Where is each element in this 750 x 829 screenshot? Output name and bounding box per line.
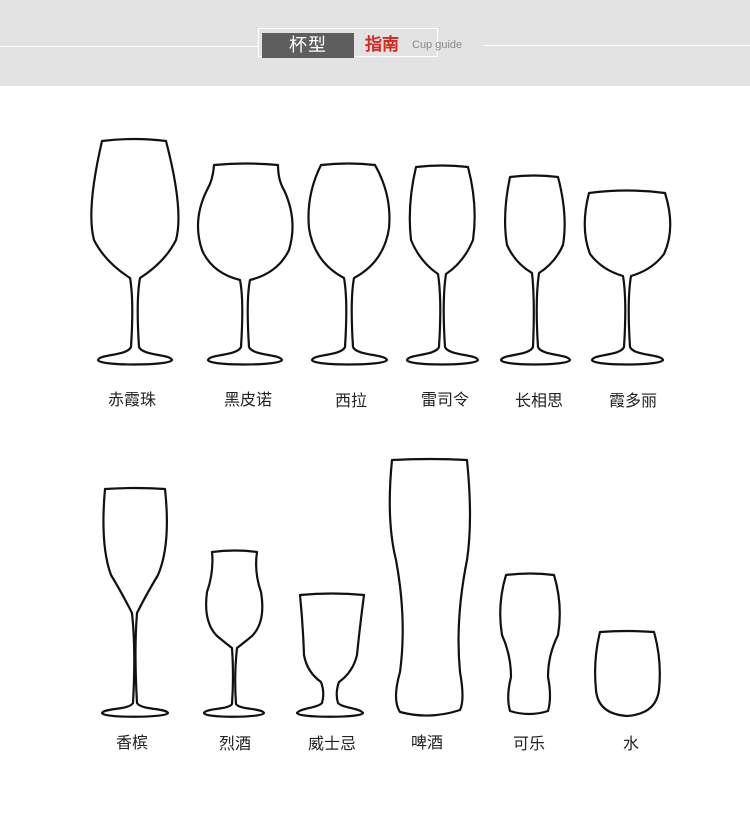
cola-glass-icon xyxy=(499,572,561,716)
glass-label-whisky: 威士忌 xyxy=(307,734,356,753)
sauvignon-glass-icon xyxy=(499,174,572,366)
glass-label-beer: 啤酒 xyxy=(410,733,443,752)
spirits-glass-icon xyxy=(202,549,266,718)
glass-label-cabernet: 赤霞珠 xyxy=(107,390,156,409)
chardonnay-glass-icon xyxy=(583,189,672,366)
pinot-noir-glass-icon xyxy=(196,162,294,366)
syrah-glass-icon xyxy=(307,162,391,366)
glasses-illustration xyxy=(90,137,672,718)
glass-label-spirits: 烈酒 xyxy=(218,734,251,753)
glass-label-champagne: 香槟 xyxy=(115,733,148,752)
water-glass-icon xyxy=(594,629,661,718)
glass-label-chardonnay: 霞多丽 xyxy=(608,391,657,410)
glass-label-pinot-noir: 黑皮诺 xyxy=(223,390,272,409)
glass-label-water: 水 xyxy=(622,734,639,753)
champagne-glass-icon xyxy=(100,486,170,718)
glass-label-syrah: 西拉 xyxy=(334,391,367,410)
cabernet-glass-icon xyxy=(90,137,180,366)
riesling-glass-icon xyxy=(405,164,480,366)
whisky-glass-icon xyxy=(295,592,366,718)
glass-label-riesling: 雷司令 xyxy=(420,390,469,409)
glass-label-cola: 可乐 xyxy=(512,734,545,753)
glass-label-sauvignon: 长相思 xyxy=(514,391,563,410)
beer-glass-icon xyxy=(388,457,472,717)
